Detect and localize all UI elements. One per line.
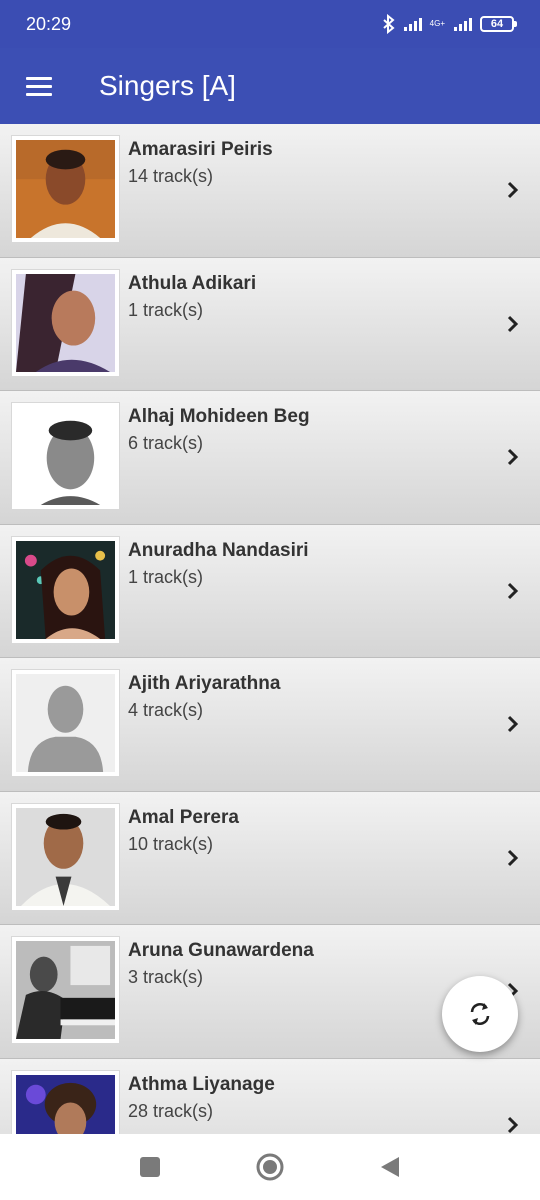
status-time: 20:29 xyxy=(26,13,72,34)
hamburger-icon xyxy=(26,72,52,101)
singer-avatar xyxy=(11,402,120,510)
singer-avatar xyxy=(11,669,120,777)
signal-icon xyxy=(403,17,422,31)
list-item[interactable]: Amal Perera 10 track(s) xyxy=(0,791,540,925)
singer-avatar xyxy=(11,936,120,1044)
refresh-icon xyxy=(470,1003,490,1025)
singer-name: Amal Perera xyxy=(128,806,239,828)
track-count: 14 track(s) xyxy=(128,166,214,186)
triangle-back-icon xyxy=(381,1157,399,1177)
track-count: 1 track(s) xyxy=(128,566,204,587)
refresh-button[interactable] xyxy=(442,976,518,1052)
track-count: 6 track(s) xyxy=(128,433,204,453)
singer-name: Alhaj Mohideen Beg xyxy=(128,406,310,427)
singer-name: Athula Adikari xyxy=(128,272,257,294)
singer-avatar xyxy=(11,535,120,644)
recents-button[interactable] xyxy=(130,1147,170,1187)
app-bar: Singers [A] xyxy=(0,48,540,124)
home-button[interactable] xyxy=(250,1147,290,1187)
chevron-right-icon xyxy=(507,582,519,599)
singer-name: Athma Liyanage xyxy=(128,1073,275,1095)
track-count: 10 track(s) xyxy=(128,833,214,854)
list-item[interactable]: Athula Adikari 1 track(s) xyxy=(0,257,540,391)
list-item[interactable]: Alhaj Mohideen Beg 6 track(s) xyxy=(0,391,540,525)
singer-name: Anuradha Nandasiri xyxy=(128,539,309,561)
chevron-right-icon xyxy=(507,448,519,466)
battery-icon: 64 xyxy=(480,16,517,32)
list-item[interactable]: Anuradha Nandasiri 1 track(s) xyxy=(0,524,540,658)
track-count: 3 track(s) xyxy=(128,967,204,987)
singer-avatar xyxy=(11,135,120,243)
status-bar: 20:29 4G+ 64 xyxy=(0,0,540,48)
back-button[interactable] xyxy=(370,1147,410,1187)
circle-icon xyxy=(256,1153,284,1181)
singer-avatar xyxy=(11,268,120,377)
page-title: Singers [A] xyxy=(99,70,236,101)
status-icons: 4G+ 64 xyxy=(382,14,517,34)
list-item[interactable]: Amarasiri Peiris 14 track(s) xyxy=(0,124,540,258)
singer-name: Amarasiri Peiris xyxy=(128,139,273,160)
signal-icon-2 xyxy=(454,17,472,31)
square-icon xyxy=(140,1157,160,1177)
track-count: 4 track(s) xyxy=(128,700,204,720)
track-count: 28 track(s) xyxy=(128,1100,214,1121)
chevron-right-icon xyxy=(507,849,519,866)
network-type: 4G+ xyxy=(429,19,445,28)
list-item[interactable]: Ajith Ariyarathna 4 track(s) xyxy=(0,658,540,792)
chevron-right-icon xyxy=(507,181,519,199)
singer-name: Ajith Ariyarathna xyxy=(128,673,281,694)
system-nav-bar xyxy=(0,1134,540,1200)
singer-avatar xyxy=(11,802,120,911)
chevron-right-icon xyxy=(507,315,519,332)
chevron-right-icon xyxy=(507,1116,519,1133)
menu-button[interactable] xyxy=(0,48,78,124)
track-count: 1 track(s) xyxy=(128,299,204,320)
bluetooth-icon xyxy=(382,14,395,34)
singer-name: Aruna Gunawardena xyxy=(128,940,314,961)
chevron-right-icon xyxy=(507,715,519,733)
